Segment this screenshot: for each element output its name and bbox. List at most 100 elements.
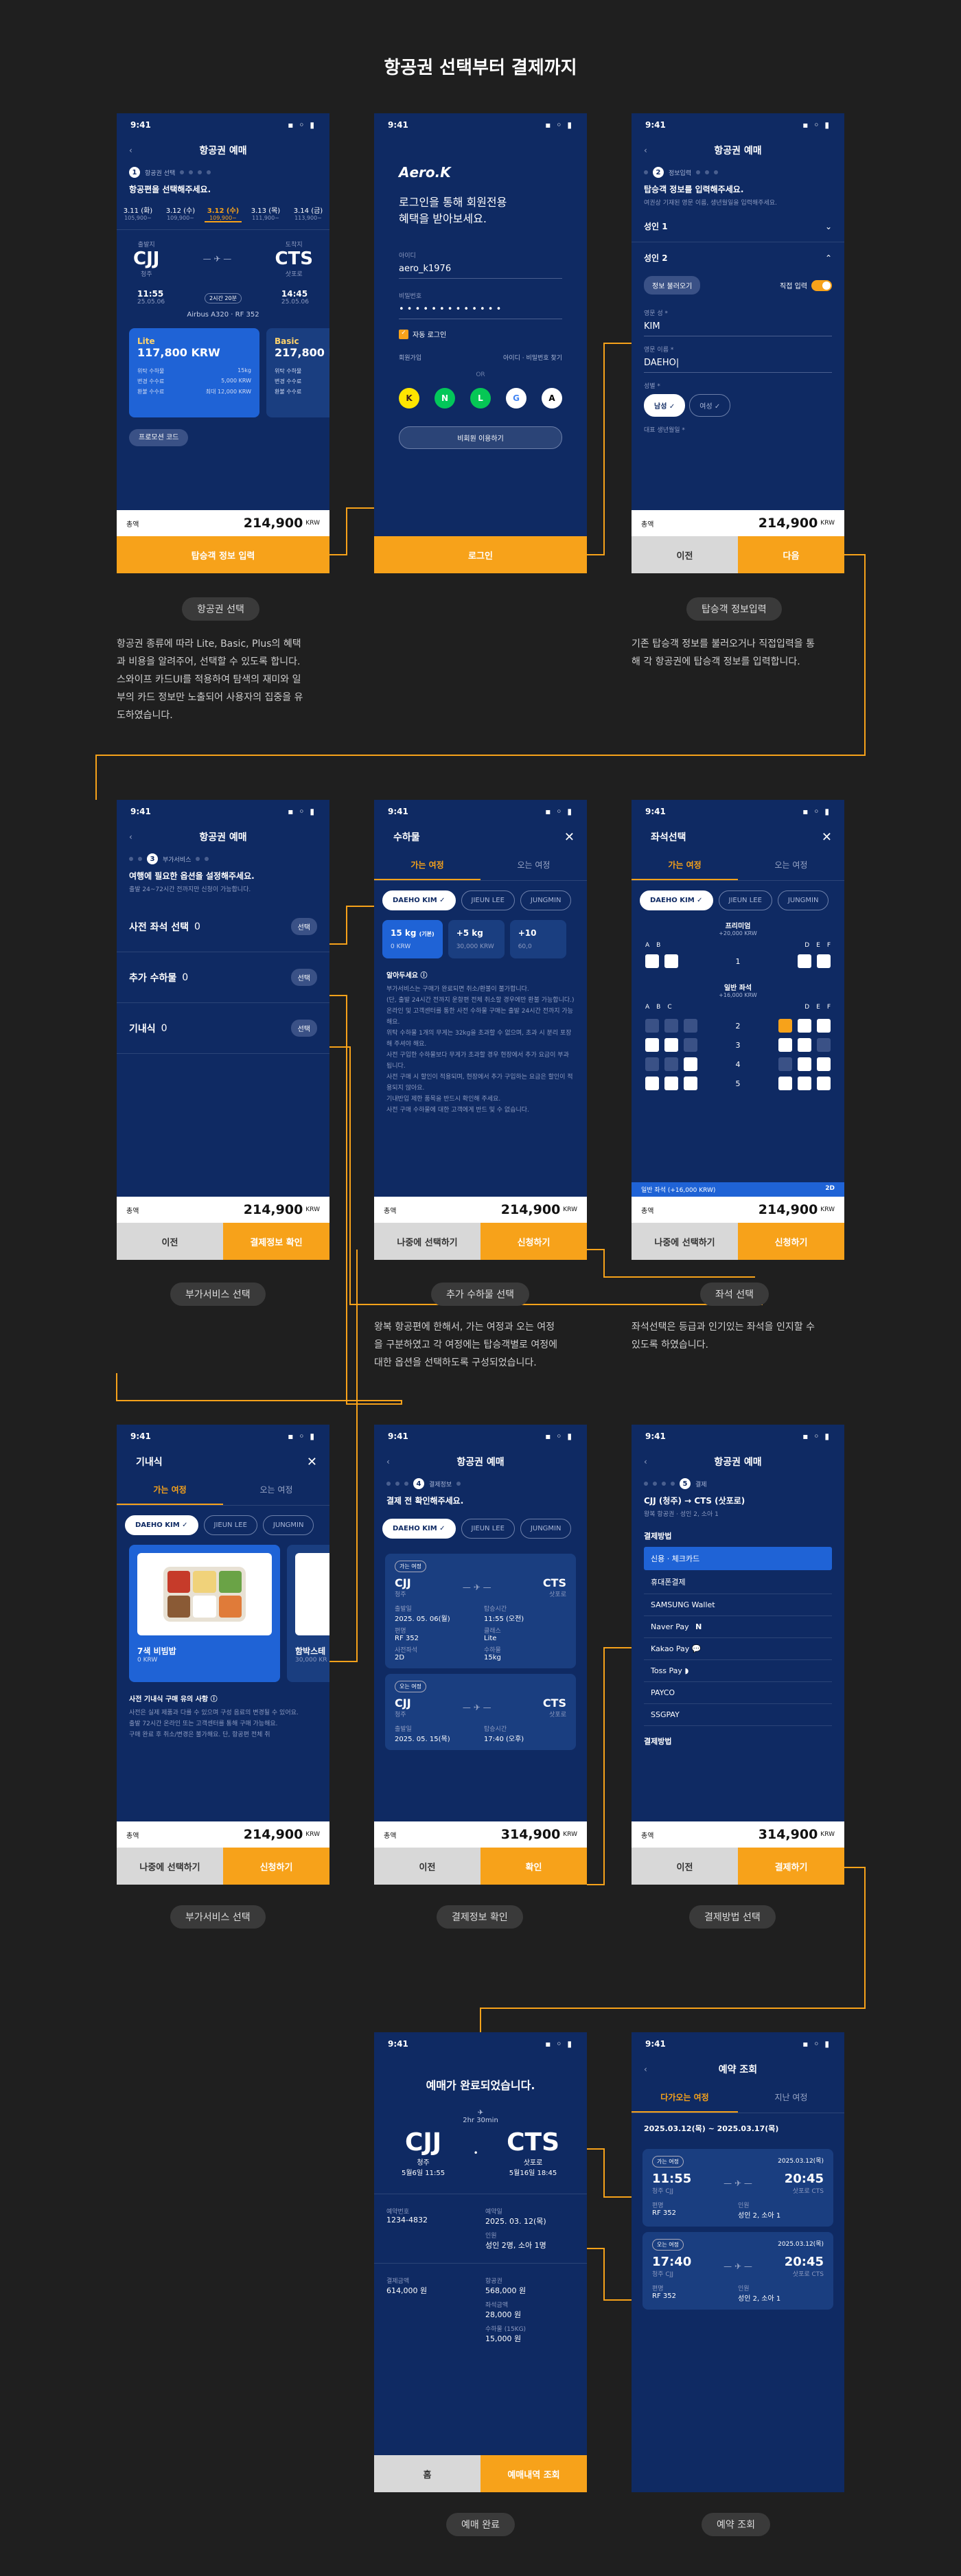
line-icon[interactable]: L: [470, 388, 491, 409]
seat[interactable]: [664, 1077, 678, 1090]
date-item-selected[interactable]: 3.12 (수) 109,900~: [205, 205, 242, 222]
seat[interactable]: [664, 954, 678, 968]
tab-return[interactable]: 오는 여정: [223, 1475, 329, 1505]
fare-card-basic[interactable]: Basic 217,800 KRW 위탁 수하물 변경 수수료 환불 수수료: [266, 328, 329, 417]
seat[interactable]: [817, 1019, 831, 1033]
tab-upcoming[interactable]: 다가오는 여정: [632, 2083, 738, 2113]
method-naver[interactable]: Naver Pay N: [644, 1616, 832, 1638]
seat[interactable]: [664, 1038, 678, 1052]
passenger-chip[interactable]: DAEHO KIM ✓: [640, 890, 713, 910]
seat[interactable]: [778, 1038, 792, 1052]
close-icon[interactable]: ✕: [307, 1455, 317, 1469]
passenger-chip[interactable]: JUNGMIN: [520, 890, 572, 910]
password-field[interactable]: • • • • • • • • • • • • •: [399, 300, 562, 319]
google-icon[interactable]: G: [506, 388, 526, 409]
login-button[interactable]: 로그인: [374, 536, 587, 573]
passenger-chip[interactable]: DAEHO KIM ✓: [382, 1519, 456, 1539]
prev-button[interactable]: 이전: [632, 1848, 738, 1885]
pay-button[interactable]: 결제하기: [738, 1848, 844, 1885]
direct-input-toggle[interactable]: [811, 279, 832, 291]
booking-card[interactable]: 가는 여정 2025.03.12(목) 11:55 청주 CJJ — ✈ —20:45…: [642, 2149, 833, 2227]
baggage-option[interactable]: 15 kg (기본) 0 KRW: [382, 920, 443, 958]
tab-return[interactable]: 오는 여정: [738, 851, 844, 880]
select-seat-button[interactable]: 선택: [290, 918, 317, 935]
passenger-info-button[interactable]: 탑승객 정보 입력: [117, 536, 329, 573]
passenger-chip[interactable]: DAEHO KIM ✓: [125, 1515, 198, 1535]
later-button[interactable]: 나중에 선택하기: [374, 1223, 480, 1260]
passenger-chip[interactable]: JIEUN LEE: [461, 890, 515, 910]
payment-info-button[interactable]: 결제정보 확인: [223, 1223, 329, 1260]
promo-code-button[interactable]: 프로모션 코드: [129, 429, 189, 446]
join-link[interactable]: 회원가입: [399, 353, 421, 362]
tab-outbound[interactable]: 가는 여정: [374, 851, 480, 880]
seat[interactable]: [778, 1077, 792, 1090]
tab-return[interactable]: 오는 여정: [480, 851, 587, 880]
date-item[interactable]: 3.13 (목) 111,900~: [247, 205, 284, 222]
apply-button[interactable]: 신청하기: [738, 1223, 844, 1260]
prev-button[interactable]: 이전: [632, 536, 738, 573]
seat[interactable]: [817, 1077, 831, 1090]
gender-male-chip[interactable]: 남성 ✓: [644, 394, 686, 417]
load-info-button[interactable]: 정보 불러오기: [644, 276, 701, 295]
passenger-chip[interactable]: JUNGMIN: [262, 1515, 314, 1535]
method-kakao[interactable]: Kakao Pay 💬: [644, 1638, 832, 1660]
seat[interactable]: [645, 954, 659, 968]
method-ssgpay[interactable]: SSGPAY: [644, 1704, 832, 1726]
apply-button[interactable]: 신청하기: [223, 1848, 329, 1885]
view-booking-button[interactable]: 예매내역 조회: [480, 2455, 587, 2492]
method-payco[interactable]: PAYCO: [644, 1682, 832, 1704]
date-item[interactable]: 3.12 (수) 109,900~: [162, 205, 199, 222]
date-item[interactable]: 3.14 (금) 113,900~: [290, 205, 327, 222]
fare-carousel[interactable]: Lite 117,800 KRW 위탁 수하물 15kg 변경 수수료 5,000 …: [117, 324, 329, 422]
confirm-button[interactable]: 확인: [480, 1848, 587, 1885]
passenger-chip[interactable]: JUNGMIN: [520, 1519, 572, 1539]
seat[interactable]: [817, 954, 831, 968]
seat-selected[interactable]: [778, 1019, 792, 1033]
seat[interactable]: [645, 1038, 659, 1052]
first-name-field[interactable]: DAEHO|: [644, 354, 832, 373]
seat[interactable]: [684, 1077, 697, 1090]
meal-card-bibimbap[interactable]: 7색 비빔밥 0 KRW: [129, 1545, 280, 1682]
passenger-accordion-2[interactable]: 성인 2 ⌃: [632, 242, 844, 273]
fare-card-lite[interactable]: Lite 117,800 KRW 위탁 수하물 15kg 변경 수수료 5,000 …: [129, 328, 259, 417]
seat[interactable]: [817, 1057, 831, 1071]
later-button[interactable]: 나중에 선택하기: [632, 1223, 738, 1260]
passenger-chip[interactable]: JUNGMIN: [777, 890, 829, 910]
method-phone[interactable]: 휴대폰결제: [644, 1570, 832, 1594]
apple-icon[interactable]: A: [542, 388, 562, 409]
seat[interactable]: [798, 954, 811, 968]
later-button[interactable]: 나중에 선택하기: [117, 1848, 223, 1885]
apply-button[interactable]: 신청하기: [480, 1223, 587, 1260]
seat[interactable]: [798, 1019, 811, 1033]
next-button[interactable]: 다음: [738, 536, 844, 573]
select-meal-button[interactable]: 선택: [290, 1020, 317, 1037]
seat[interactable]: [798, 1077, 811, 1090]
seat[interactable]: [798, 1038, 811, 1052]
auto-login-checkbox[interactable]: ✓ 자동 로그인: [399, 329, 562, 339]
select-baggage-button[interactable]: 선택: [290, 969, 317, 986]
home-button[interactable]: 홈: [374, 2455, 480, 2492]
close-icon[interactable]: ✕: [564, 830, 575, 844]
find-link[interactable]: 아이디 · 비밀번호 찾기: [503, 353, 562, 362]
baggage-option[interactable]: +10 60,0: [509, 920, 566, 958]
tab-past[interactable]: 지난 여정: [738, 2083, 844, 2113]
method-toss[interactable]: Toss Pay ◗: [644, 1660, 832, 1682]
meal-card-hamburg[interactable]: 함박스테 30,000 KR: [287, 1545, 329, 1682]
seat[interactable]: [645, 1077, 659, 1090]
kakao-icon[interactable]: K: [399, 388, 419, 409]
tab-outbound[interactable]: 가는 여정: [117, 1475, 223, 1505]
naver-icon[interactable]: N: [435, 388, 455, 409]
close-icon[interactable]: ✕: [822, 830, 832, 844]
date-item[interactable]: 3.11 (화) 105,900~: [119, 205, 157, 222]
passenger-chip[interactable]: JIEUN LEE: [718, 890, 772, 910]
method-samsung[interactable]: SAMSUNG Wallet: [644, 1594, 832, 1616]
seat[interactable]: [684, 1057, 697, 1071]
passenger-chip[interactable]: JIEUN LEE: [203, 1515, 257, 1535]
tab-outbound[interactable]: 가는 여정: [632, 851, 738, 880]
method-card[interactable]: 신용 · 체크카드: [644, 1547, 832, 1570]
booking-card[interactable]: 오는 여정 2025.03.12(목) 17:40 청주 CJJ — ✈ —20:45…: [642, 2232, 833, 2310]
id-field[interactable]: aero_k1976: [399, 260, 562, 279]
prev-button[interactable]: 이전: [117, 1223, 223, 1260]
passenger-chip[interactable]: JIEUN LEE: [461, 1519, 515, 1539]
last-name-field[interactable]: KIM: [644, 317, 832, 336]
